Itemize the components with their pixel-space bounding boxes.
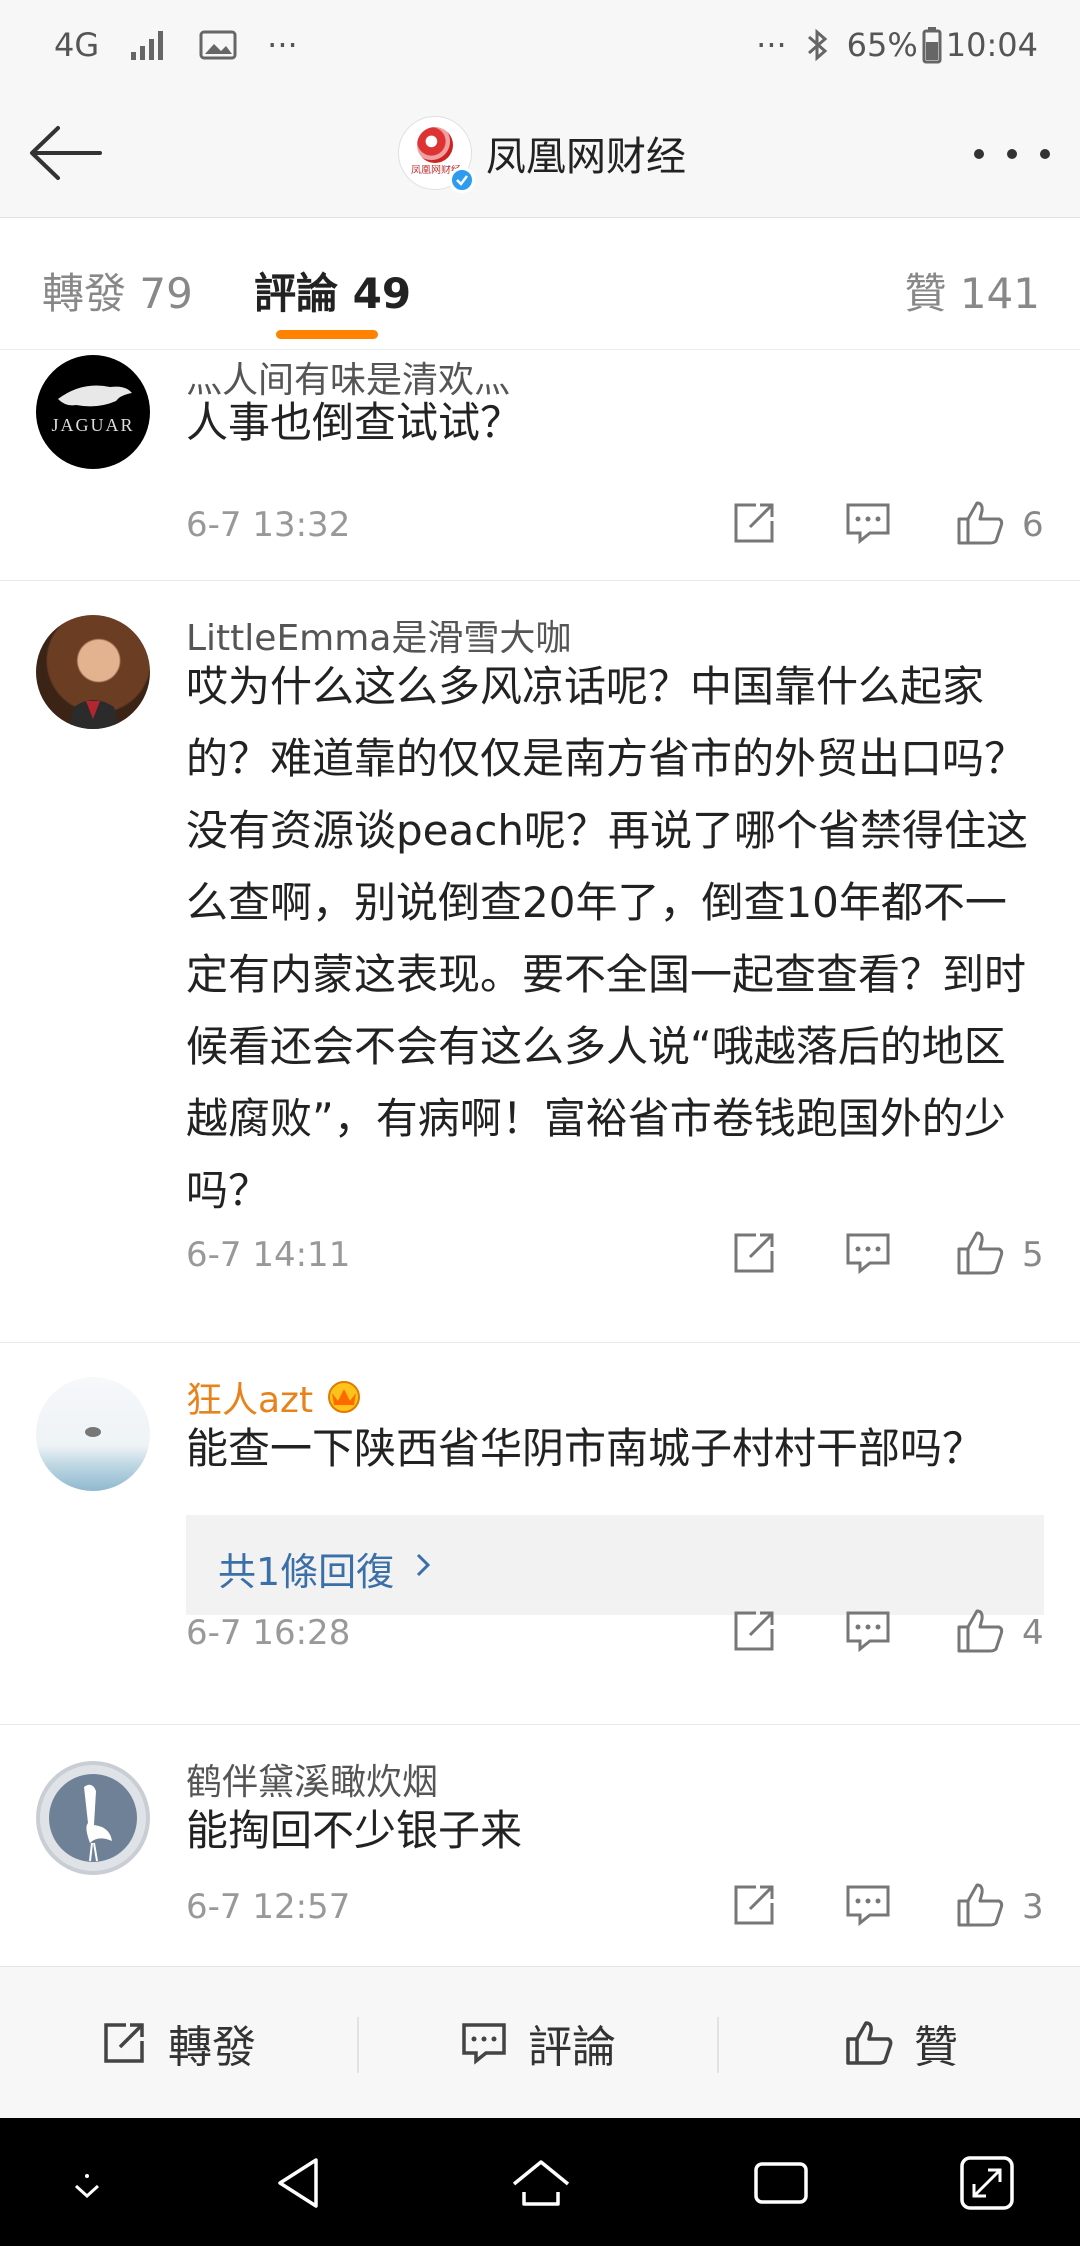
comment-item[interactable]: 狂人azt 能查一下陕西省华阴市南城子村村干部吗？ 共1條回復 6-7 16:2…	[0, 1343, 1080, 1725]
comment-text: 能掏回不少银子来	[186, 1806, 523, 1855]
avatar[interactable]	[36, 1761, 150, 1875]
profile-photo	[68, 700, 120, 729]
back-arrow-icon[interactable]	[26, 120, 104, 186]
image-notification-icon	[199, 29, 237, 61]
more-status: ···	[756, 26, 787, 64]
reply-icon[interactable]	[842, 497, 894, 549]
like-count: 5	[1022, 1235, 1044, 1275]
more-options-icon[interactable]	[974, 134, 1050, 174]
phoenix-logo-icon	[417, 127, 453, 163]
screen-rotate-icon[interactable]	[952, 2148, 1022, 2218]
share-icon[interactable]	[728, 497, 780, 549]
repost-button[interactable]: 轉發	[98, 1967, 256, 2119]
chevron-right-icon	[416, 1553, 431, 1577]
system-navigation-bar	[0, 2118, 1080, 2246]
avatar[interactable]	[36, 615, 150, 729]
tab-bar: 轉發 79 評論 49 贊 141	[0, 218, 1080, 350]
clock: 10:04	[945, 26, 1038, 64]
divider	[357, 2017, 359, 2073]
battery-percent: 65%	[846, 26, 918, 64]
signal-icon	[129, 28, 169, 62]
bluetooth-icon	[805, 27, 829, 63]
like-icon[interactable]	[955, 1605, 1007, 1657]
comment-item[interactable]: JAGUAR 灬人间有味是清欢灬 人事也倒查试试？ 6-7 13:32 6	[0, 351, 1080, 581]
divider	[717, 2017, 719, 2073]
comment-text: 人事也倒查试试？	[186, 398, 523, 447]
avatar-brand-text: JAGUAR	[51, 415, 135, 435]
like-label: 贊	[914, 2022, 958, 2073]
comment-button[interactable]: 評論	[458, 1967, 616, 2119]
tab-likes[interactable]: 贊 141	[904, 260, 1040, 321]
share-icon[interactable]	[728, 1605, 780, 1657]
account-header[interactable]: 凤凰网财经 凤凰网财经	[398, 116, 686, 193]
like-icon[interactable]	[955, 1879, 1007, 1931]
home-nav-icon[interactable]	[506, 2148, 576, 2218]
account-avatar[interactable]: 凤凰网财经	[398, 116, 475, 193]
like-icon[interactable]	[955, 497, 1007, 549]
reply-summary[interactable]: 共1條回復	[186, 1515, 1044, 1615]
share-icon[interactable]	[728, 1879, 780, 1931]
like-count: 6	[1022, 505, 1044, 545]
comment-text: 能查一下陕西省华阴市南城子村村干部吗？	[186, 1424, 985, 1473]
avatar[interactable]: JAGUAR	[36, 355, 150, 469]
tab-repost[interactable]: 轉發 79	[42, 260, 193, 321]
comment-label: 評論	[528, 2022, 616, 2073]
like-count: 4	[1022, 1613, 1044, 1653]
comment-item[interactable]: LittleEmma是滑雪大咖 哎为什么这么多风凉话呢？中国靠什么起家的？难道靠…	[0, 581, 1080, 1343]
comment-icon	[462, 2023, 506, 2065]
active-tab-indicator	[276, 330, 378, 339]
profile-photo	[85, 1427, 101, 1437]
tab-comments[interactable]: 評論 49	[254, 260, 411, 321]
repost-icon	[104, 2023, 144, 2063]
more-notifications: ···	[267, 26, 298, 64]
comment-list: JAGUAR 灬人间有味是清欢灬 人事也倒查试试？ 6-7 13:32 6 Li…	[0, 351, 1080, 1965]
bottom-action-bar: 轉發 評論 贊	[0, 1966, 1080, 2118]
title-bar: 凤凰网财经 凤凰网财经	[0, 90, 1080, 218]
thumbs-up-icon	[846, 2021, 893, 2065]
network-indicator: 4G	[54, 26, 100, 64]
replies-link[interactable]: 共1條回復	[218, 1541, 394, 1596]
comment-item[interactable]: 鹤伴黛溪瞰炊烟 能掏回不少银子来 6-7 12:57 3	[0, 1725, 1080, 1965]
account-name[interactable]: 凤凰网财经	[486, 124, 686, 182]
battery-icon	[922, 26, 942, 64]
timestamp: 6-7 12:57	[186, 1887, 351, 1927]
comment-text: 哎为什么这么多风凉话呢？中国靠什么起家的？难道靠的仅仅是南方省市的外贸出口吗？没…	[186, 662, 1028, 1215]
like-button[interactable]: 贊	[844, 1967, 958, 2119]
timestamp: 6-7 16:28	[186, 1613, 351, 1653]
timestamp: 6-7 13:32	[186, 505, 351, 545]
verified-badge-icon	[449, 167, 475, 193]
reply-icon[interactable]	[842, 1879, 894, 1931]
status-bar: 4G ··· ··· 65% 10:04	[0, 0, 1080, 90]
avatar[interactable]	[36, 1377, 150, 1491]
recent-apps-icon[interactable]	[746, 2148, 816, 2218]
timestamp: 6-7 14:11	[186, 1235, 351, 1275]
jaguar-logo-icon	[58, 385, 132, 407]
like-icon[interactable]	[955, 1227, 1007, 1279]
share-icon[interactable]	[728, 1227, 780, 1279]
like-count: 3	[1022, 1887, 1044, 1927]
reply-icon[interactable]	[842, 1227, 894, 1279]
hide-keyboard-icon[interactable]	[52, 2148, 122, 2218]
crane-icon	[49, 1774, 137, 1862]
repost-label: 轉發	[168, 2022, 256, 2073]
reply-icon[interactable]	[842, 1605, 894, 1657]
back-nav-icon[interactable]	[264, 2148, 334, 2218]
